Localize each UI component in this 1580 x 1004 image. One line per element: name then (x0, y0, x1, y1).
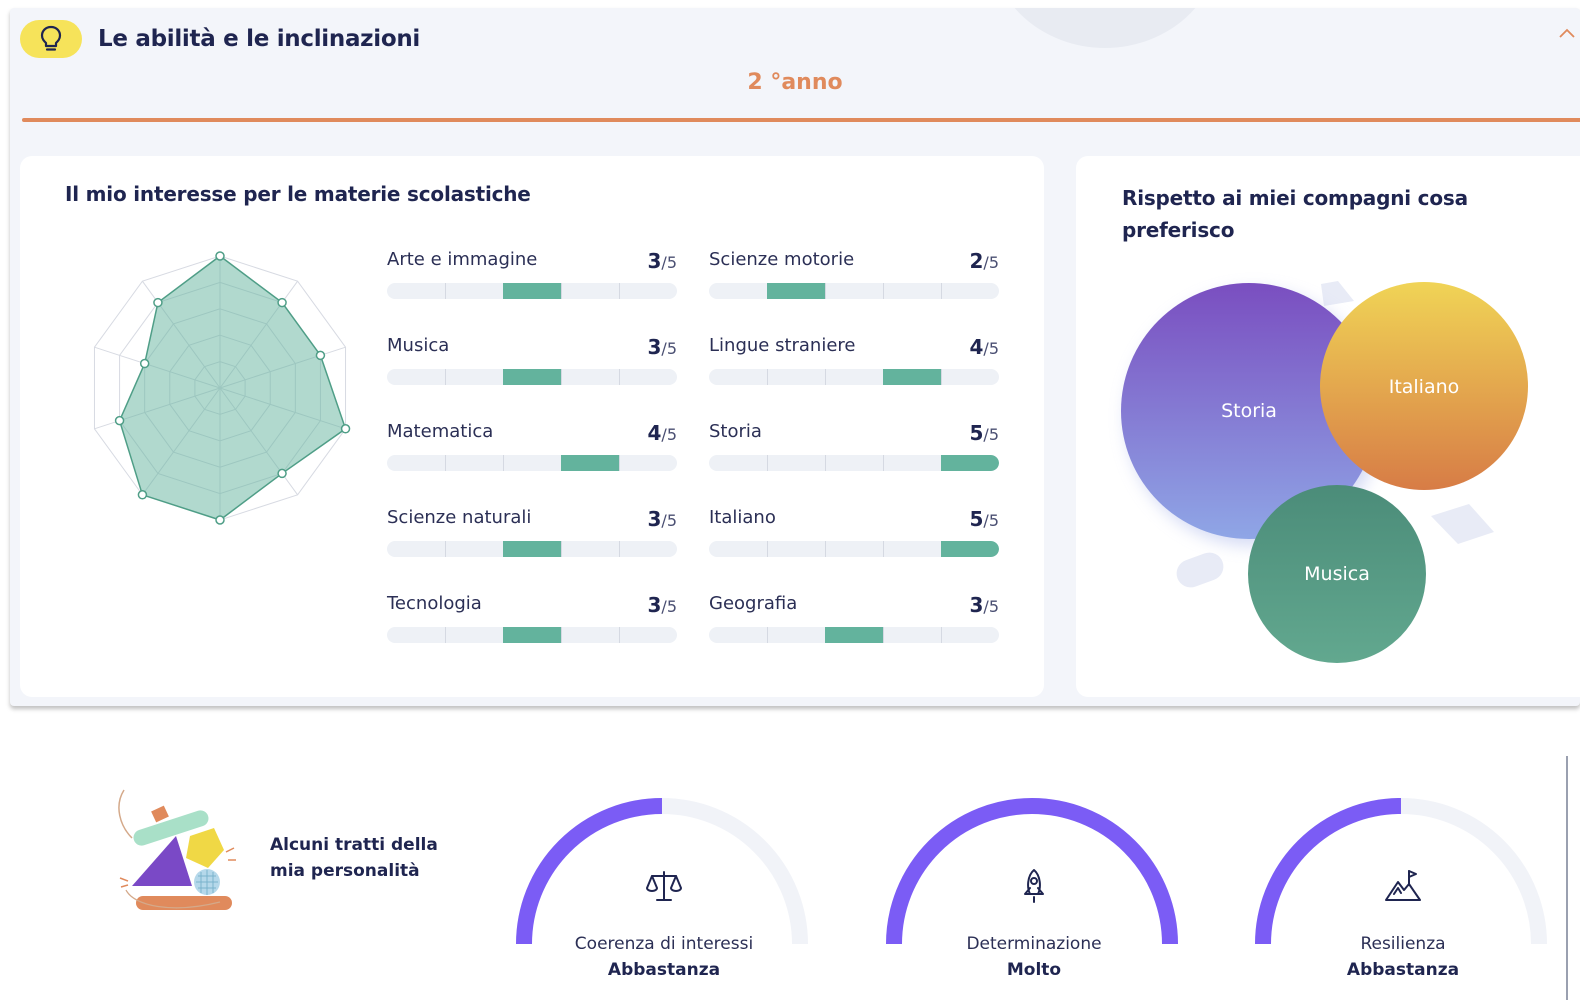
subject-score-bar (709, 369, 999, 385)
subject-score-bar (387, 283, 677, 299)
subject-item: Geografia 3/5 (709, 593, 999, 653)
subject-score: 5/5 (969, 421, 1000, 445)
subject-score-fill (503, 283, 561, 299)
radar-point (215, 515, 225, 525)
subject-score-bar (709, 283, 999, 299)
radar-point (315, 350, 326, 361)
subject-score-fill (941, 455, 999, 471)
subject-score-bar (709, 541, 999, 557)
subject-score: 2/5 (969, 249, 1000, 273)
trait-gauge-fill (516, 798, 663, 945)
subject-score: 3/5 (647, 335, 678, 359)
subject-score-bar (387, 455, 677, 471)
subject-score-bar (709, 455, 999, 471)
subject-item: Storia 5/5 (709, 421, 999, 481)
subject-name: Scienze motorie (709, 249, 855, 270)
trait-label: Coerenza di interessi (574, 934, 754, 954)
year-label: 2 °anno (747, 70, 843, 95)
radar-point (215, 251, 225, 261)
trait-gauge: Determinazione Molto (884, 794, 1184, 1004)
personality-title: Alcuni tratti della mia personalità (270, 835, 438, 881)
trait-gauge: Coerenza di interessi Abbastanza (514, 794, 814, 1004)
subject-item: Musica 3/5 (387, 335, 677, 395)
subject-score-fill (883, 369, 941, 385)
subject-name: Scienze naturali (387, 507, 532, 528)
bubble-label-italiano: Italiano (1388, 376, 1460, 398)
subject-score-fill (825, 627, 883, 643)
radar-point (114, 415, 125, 426)
trait-label: Determinazione (966, 934, 1102, 954)
subject-score-bar (709, 627, 999, 643)
interests-title: Il mio interesse per le materie scolasti… (65, 182, 531, 206)
subject-score: 4/5 (969, 335, 1000, 359)
subject-score: 3/5 (647, 593, 678, 617)
subject-item: Lingue straniere 4/5 (709, 335, 999, 395)
subject-item: Matematica 4/5 (387, 421, 677, 481)
scrollbar-edge (1566, 756, 1568, 1000)
subject-score-fill (503, 541, 561, 557)
subject-item: Scienze naturali 3/5 (387, 507, 677, 567)
decor-shape (1431, 504, 1494, 544)
lightbulb-icon (20, 20, 82, 58)
subject-name: Tecnologia (387, 593, 482, 614)
chevron-up-icon[interactable] (1558, 24, 1576, 43)
subject-score-bar (387, 541, 677, 557)
subject-score-fill (503, 369, 561, 385)
trait-value: Molto (1006, 960, 1062, 980)
background-decoration (990, 8, 1220, 48)
radar-point (277, 468, 287, 479)
decor-shape (1321, 281, 1354, 306)
subject-score: 4/5 (647, 421, 678, 445)
trait-value: Abbastanza (607, 960, 721, 980)
subject-item: Italiano 5/5 (709, 507, 999, 567)
preferences-bubble-chart (1121, 281, 1528, 663)
radar-point (340, 424, 351, 434)
subject-item: Scienze motorie 2/5 (709, 249, 999, 309)
bubble-label-musica: Musica (1304, 563, 1370, 585)
trait-label: Resilienza (1360, 934, 1446, 954)
section-title: Le abilità e le inclinazioni (98, 26, 421, 52)
bubble-label-storia: Storia (1221, 400, 1277, 422)
subject-item: Tecnologia 3/5 (387, 593, 677, 653)
year-divider (22, 118, 1580, 122)
trait-value: Abbastanza (1346, 960, 1460, 980)
mountain-flag-icon (1383, 866, 1423, 910)
subject-name: Italiano (709, 507, 776, 528)
subject-score-bar (387, 627, 677, 643)
subject-score-fill (561, 455, 619, 471)
radar-point (137, 490, 148, 500)
subject-score: 3/5 (647, 507, 678, 531)
interests-radar-chart (93, 251, 351, 525)
subject-score-fill (767, 283, 825, 299)
abilities-section: Le abilità e le inclinazioni 2 °anno Il … (10, 8, 1580, 706)
subject-score-bar (387, 369, 677, 385)
subject-name: Matematica (387, 421, 494, 442)
subject-score: 3/5 (647, 249, 678, 273)
section-header[interactable]: Le abilità e le inclinazioni (20, 16, 420, 62)
rocket-icon (1014, 866, 1054, 910)
subject-name: Geografia (709, 593, 798, 614)
subject-score-fill (941, 541, 999, 557)
subject-score-fill (503, 627, 561, 643)
subject-name: Storia (709, 421, 762, 442)
personality-section: Alcuni tratti della mia personalità Coer… (0, 760, 1580, 1000)
radar-point (139, 358, 150, 369)
personality-illustration (118, 789, 236, 910)
subject-score: 3/5 (969, 593, 1000, 617)
trait-gauge: Resilienza Abbastanza (1253, 794, 1553, 1004)
subject-name: Lingue straniere (709, 335, 856, 356)
subject-name: Arte e immagine (387, 249, 538, 270)
interests-card: Il mio interesse per le materie scolasti… (20, 156, 1044, 697)
subject-item: Arte e immagine 3/5 (387, 249, 677, 309)
balance-scale-icon (644, 866, 684, 910)
radar-point (277, 297, 287, 308)
decor-shape (1176, 552, 1224, 588)
radar-point (153, 297, 163, 308)
subject-name: Musica (387, 335, 450, 356)
preferences-card: Rispetto ai miei compagni cosa preferisc… (1076, 156, 1580, 697)
trait-gauge-fill (1255, 798, 1402, 945)
subject-score: 5/5 (969, 507, 1000, 531)
